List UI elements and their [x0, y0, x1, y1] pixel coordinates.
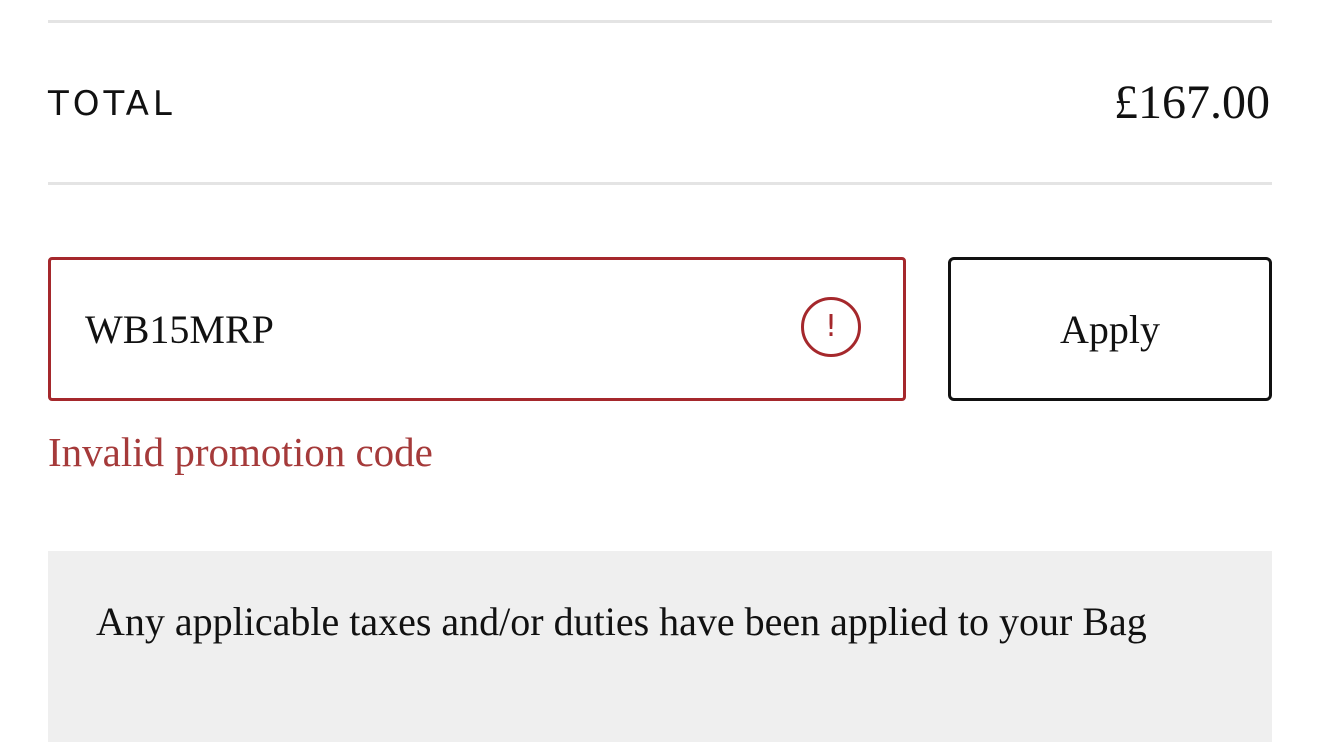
exclamation-circle-icon: ! — [801, 297, 861, 357]
top-divider — [48, 20, 1272, 23]
promo-code-field: ! — [48, 257, 906, 401]
promo-code-input[interactable] — [81, 260, 785, 398]
apply-button[interactable]: Apply — [948, 257, 1272, 401]
bottom-divider — [48, 182, 1272, 185]
total-label: TOTAL — [48, 84, 176, 124]
promo-error-message: Invalid promotion code — [48, 429, 433, 475]
total-value: £167.00 — [1114, 76, 1270, 129]
tax-notice: Any applicable taxes and/or duties have … — [48, 551, 1272, 742]
tax-notice-text: Any applicable taxes and/or duties have … — [96, 599, 1147, 644]
